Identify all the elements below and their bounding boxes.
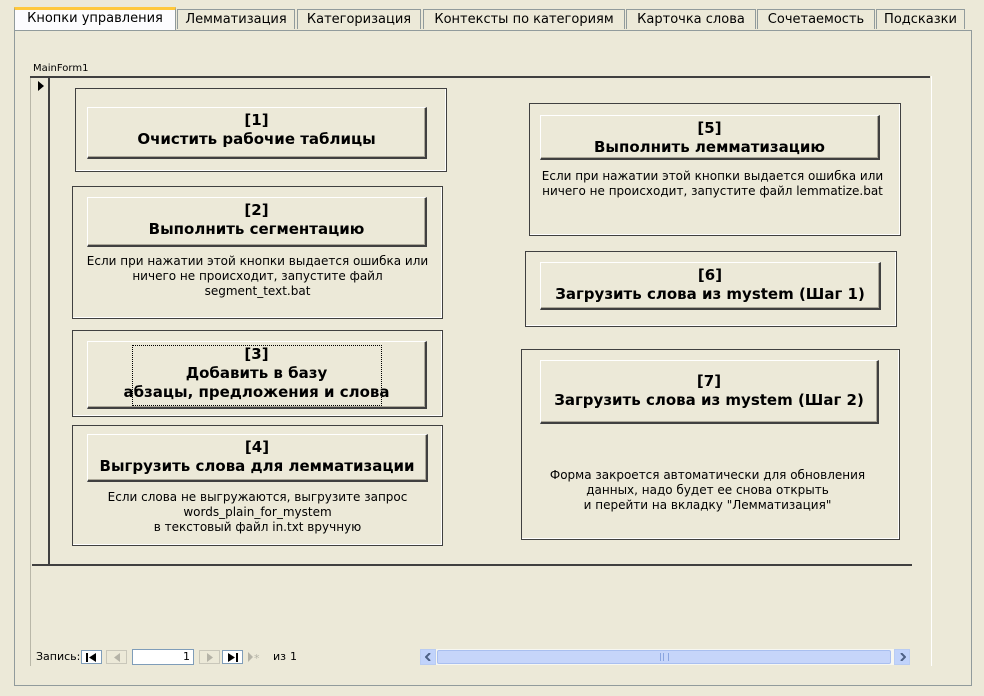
- current-record-arrow-icon: [38, 81, 44, 91]
- segmentation-note: Если при нажатии этой кнопки выдается ош…: [86, 254, 429, 298]
- scroll-left-button[interactable]: [420, 649, 436, 665]
- horizontal-scrollbar[interactable]: [420, 649, 910, 665]
- grip-icon: [659, 653, 669, 661]
- previous-record-icon: [113, 652, 120, 662]
- subform-bottom-border: [32, 564, 912, 566]
- button-number: [3]: [244, 345, 269, 363]
- button-label-line1: Добавить в базу: [185, 364, 328, 382]
- previous-record-button[interactable]: [106, 650, 127, 664]
- button-number: [1]: [244, 111, 269, 129]
- button-number: [4]: [244, 438, 270, 456]
- button-label-line2: абзацы, предложения и слова: [123, 383, 390, 401]
- button-label: Загрузить слова из mystem (Шаг 2): [554, 391, 864, 409]
- new-record-icon: *: [248, 652, 260, 662]
- chevron-right-icon: [899, 653, 906, 661]
- tab-control-buttons[interactable]: Кнопки управления: [14, 7, 176, 30]
- clear-tables-button[interactable]: [1] Очистить рабочие таблицы: [87, 107, 427, 159]
- scrollbar-thumb[interactable]: [437, 650, 891, 664]
- subform-top-border: [30, 76, 930, 78]
- tab-hints[interactable]: Подсказки: [876, 9, 965, 29]
- next-record-button[interactable]: [199, 650, 220, 664]
- add-to-database-button[interactable]: [3] Добавить в базу абзацы, предложения …: [87, 341, 427, 409]
- record-number-input[interactable]: 1: [132, 649, 194, 665]
- of-label: из: [273, 650, 286, 663]
- scroll-right-button[interactable]: [894, 649, 910, 665]
- new-record-button[interactable]: *: [245, 650, 265, 664]
- last-record-button[interactable]: [222, 650, 243, 664]
- load-mystem-step1-button[interactable]: [6] Загрузить слова из mystem (Шаг 1): [540, 262, 881, 310]
- button-label: Загрузить слова из mystem (Шаг 1): [555, 285, 865, 303]
- load-mystem-step2-button[interactable]: [7] Загрузить слова из mystem (Шаг 2): [540, 360, 879, 424]
- lemmatization-button[interactable]: [5] Выполнить лемматизацию: [540, 115, 880, 160]
- record-total: 1: [290, 650, 297, 663]
- button-label: Выполнить лемматизацию: [594, 138, 825, 156]
- button-label: Выгрузить слова для лемматизации: [99, 457, 415, 475]
- tab-lemmatization[interactable]: Лемматизация: [177, 9, 295, 29]
- record-selector[interactable]: [32, 78, 50, 564]
- last-record-icon: [228, 652, 238, 662]
- next-record-icon: [206, 652, 213, 662]
- button-label: Очистить рабочие таблицы: [137, 130, 376, 148]
- lemmatization-note: Если при нажатии этой кнопки выдается ош…: [541, 169, 884, 198]
- first-record-button[interactable]: [81, 650, 102, 664]
- tab-collocation[interactable]: Сочетаемость: [757, 9, 875, 29]
- button-number: [7]: [696, 372, 722, 390]
- button-number: [2]: [244, 201, 269, 219]
- button-number: [6]: [697, 266, 723, 284]
- segmentation-button[interactable]: [2] Выполнить сегментацию: [87, 197, 427, 247]
- export-for-lemmatization-button[interactable]: [4] Выгрузить слова для лемматизации: [87, 434, 428, 482]
- tab-contexts-by-category[interactable]: Контексты по категориям: [423, 9, 625, 29]
- record-label: Запись:: [36, 650, 81, 663]
- tab-word-card[interactable]: Карточка слова: [626, 9, 756, 29]
- export-note: Если слова не выгружаются, выгрузите зап…: [107, 490, 408, 534]
- button-label: Выполнить сегментацию: [148, 220, 365, 238]
- first-record-icon: [86, 652, 96, 662]
- form-label: MainForm1: [33, 63, 89, 74]
- chevron-left-icon: [424, 653, 431, 661]
- tab-categorization[interactable]: Категоризация: [297, 9, 421, 29]
- step2-note: Форма закроется автоматически для обновл…: [549, 468, 866, 512]
- button-number: [5]: [697, 119, 722, 137]
- svg-text:*: *: [254, 652, 260, 662]
